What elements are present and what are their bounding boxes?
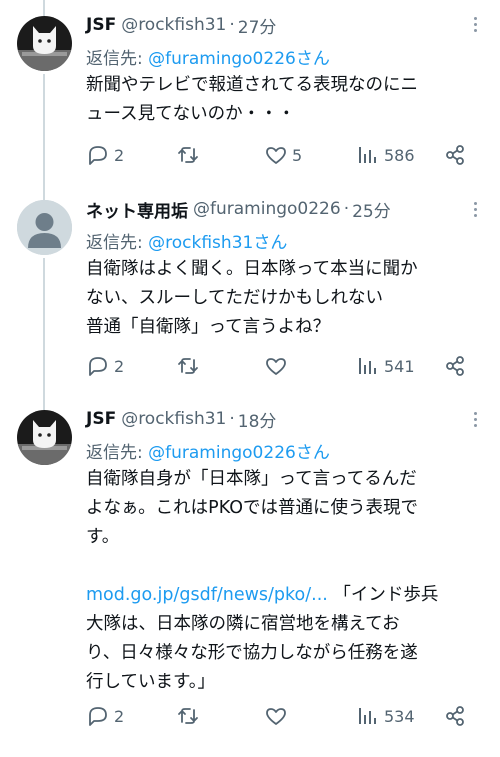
share-button[interactable] (443, 140, 467, 170)
share-button[interactable] (443, 701, 467, 731)
thread-line (43, 74, 45, 196)
views-button[interactable]: 586 (356, 140, 415, 170)
reply-mention[interactable]: @furamingo0226さん (148, 443, 330, 463)
timestamp[interactable]: 25分 (352, 197, 391, 222)
timestamp[interactable]: 27分 (238, 13, 277, 38)
reply-count: 2 (114, 145, 125, 165)
more-options-icon[interactable] (474, 202, 478, 220)
text-line: 新聞やテレビで報道されてる表現なのにニ (86, 75, 418, 95)
retweet-icon (178, 708, 198, 724)
reply-context: 返信先: @rockfish31さん (86, 228, 287, 253)
tweet-header: JSF @rockfish31 · 27分 (86, 12, 276, 38)
heart-icon (266, 358, 286, 375)
thread-line (43, 0, 45, 16)
more-options-icon[interactable] (474, 412, 478, 430)
separator-dot: · (229, 15, 235, 35)
reply-context: 返信先: @furamingo0226さん (86, 438, 330, 463)
heart-icon (266, 708, 286, 725)
reply-context: 返信先: @furamingo0226さん (86, 44, 330, 69)
retweet-button[interactable] (176, 140, 200, 170)
avatar[interactable] (17, 16, 72, 71)
text-line: よなぁ。これはPKOでは普通に使う表現で (86, 498, 418, 518)
text-line: り、日々様々な形で協力しながら任務を遂 (86, 643, 418, 663)
tweet-header: ネット専用垢 @furamingo0226 · 25分 (86, 196, 391, 222)
view-count: 586 (384, 145, 415, 165)
views-button[interactable]: 541 (356, 351, 415, 381)
text-line: ない、スルーしてただけかもしれない (86, 288, 383, 308)
link-trailing-text: 「インド歩兵 (327, 585, 439, 605)
share-icon (446, 706, 464, 726)
user-handle[interactable]: @rockfish31 (121, 409, 226, 429)
text-line: mod.go.jp/gsdf/news/pko/... 「インド歩兵 (86, 581, 476, 610)
reply-mention[interactable]: @rockfish31さん (148, 233, 287, 253)
like-button[interactable] (264, 351, 288, 381)
reply-prefix: 返信先: (86, 49, 149, 69)
views-icon (359, 358, 376, 374)
views-button[interactable]: 534 (356, 701, 415, 731)
action-bar: 2 534 (86, 701, 476, 731)
tweet-1[interactable]: JSF @rockfish31 · 27分 返信先: @furamingo022… (0, 0, 500, 196)
share-button[interactable] (443, 351, 467, 381)
display-name[interactable]: JSF (86, 15, 116, 35)
thread-line (43, 258, 45, 406)
separator-dot: · (229, 409, 235, 429)
external-link[interactable]: mod.go.jp/gsdf/news/pko/... (86, 585, 328, 605)
tweet-text: 自衛隊自身が「日本隊」って言ってるんだ よなぁ。これはPKOでは普通に使う表現で… (86, 465, 476, 697)
tweet-header: JSF @rockfish31 · 18分 (86, 406, 276, 432)
views-icon (359, 708, 376, 724)
share-icon (446, 145, 464, 165)
user-handle[interactable]: @rockfish31 (121, 15, 226, 35)
like-count: 5 (292, 145, 303, 165)
text-line: 自衛隊はよく聞く。日本隊って本当に聞か (86, 259, 418, 279)
text-line: す。 (86, 527, 120, 547)
like-button[interactable] (264, 701, 288, 731)
reply-prefix: 返信先: (86, 443, 149, 463)
reply-prefix: 返信先: (86, 233, 149, 253)
text-line: 自衛隊自身が「日本隊」って言ってるんだ (86, 469, 417, 489)
reply-button[interactable]: 2 (86, 351, 124, 381)
retweet-icon (178, 358, 198, 374)
separator-dot: · (343, 199, 350, 219)
tweet-text: 自衛隊はよく聞く。日本隊って本当に聞か ない、スルーしてただけかもしれない 普通… (86, 255, 476, 342)
avatar[interactable] (17, 410, 72, 465)
text-line: 普通「自衛隊」って言うよね？ (86, 317, 331, 337)
more-options-icon[interactable] (474, 17, 478, 35)
tweet-2[interactable]: ネット専用垢 @furamingo0226 · 25分 返信先: @rockfi… (0, 196, 500, 406)
reply-icon (89, 146, 107, 165)
views-icon (359, 147, 376, 163)
reply-count: 2 (114, 706, 125, 726)
action-bar: 2 541 (86, 351, 476, 381)
display-name[interactable]: JSF (86, 409, 116, 429)
avatar[interactable] (17, 200, 72, 255)
text-line: 行しています。」 (86, 672, 215, 692)
text-line: 大隊は、日本隊の隣に宿営地を構えてお (86, 614, 400, 634)
tweet-text: 新聞やテレビで報道されてる表現なのにニ ュース見てないのか・・・ (86, 71, 476, 129)
action-bar: 2 5 586 (86, 140, 476, 170)
timestamp[interactable]: 18分 (238, 407, 277, 432)
like-button[interactable]: 5 (264, 140, 302, 170)
heart-icon (266, 147, 286, 164)
retweet-icon (178, 147, 198, 163)
text-line: ュース見てないのか・・・ (86, 104, 296, 124)
reply-icon (89, 707, 107, 726)
reply-button[interactable]: 2 (86, 701, 124, 731)
reply-count: 2 (114, 356, 125, 376)
view-count: 541 (384, 356, 415, 376)
retweet-button[interactable] (176, 351, 200, 381)
display-name[interactable]: ネット専用垢 (86, 197, 188, 222)
share-icon (446, 356, 464, 376)
reply-icon (89, 357, 107, 376)
reply-mention[interactable]: @furamingo0226さん (148, 49, 330, 69)
view-count: 534 (384, 706, 415, 726)
user-handle[interactable]: @furamingo0226 (193, 199, 341, 219)
tweet-3[interactable]: JSF @rockfish31 · 18分 返信先: @furamingo022… (0, 406, 500, 757)
reply-button[interactable]: 2 (86, 140, 124, 170)
retweet-button[interactable] (176, 701, 200, 731)
